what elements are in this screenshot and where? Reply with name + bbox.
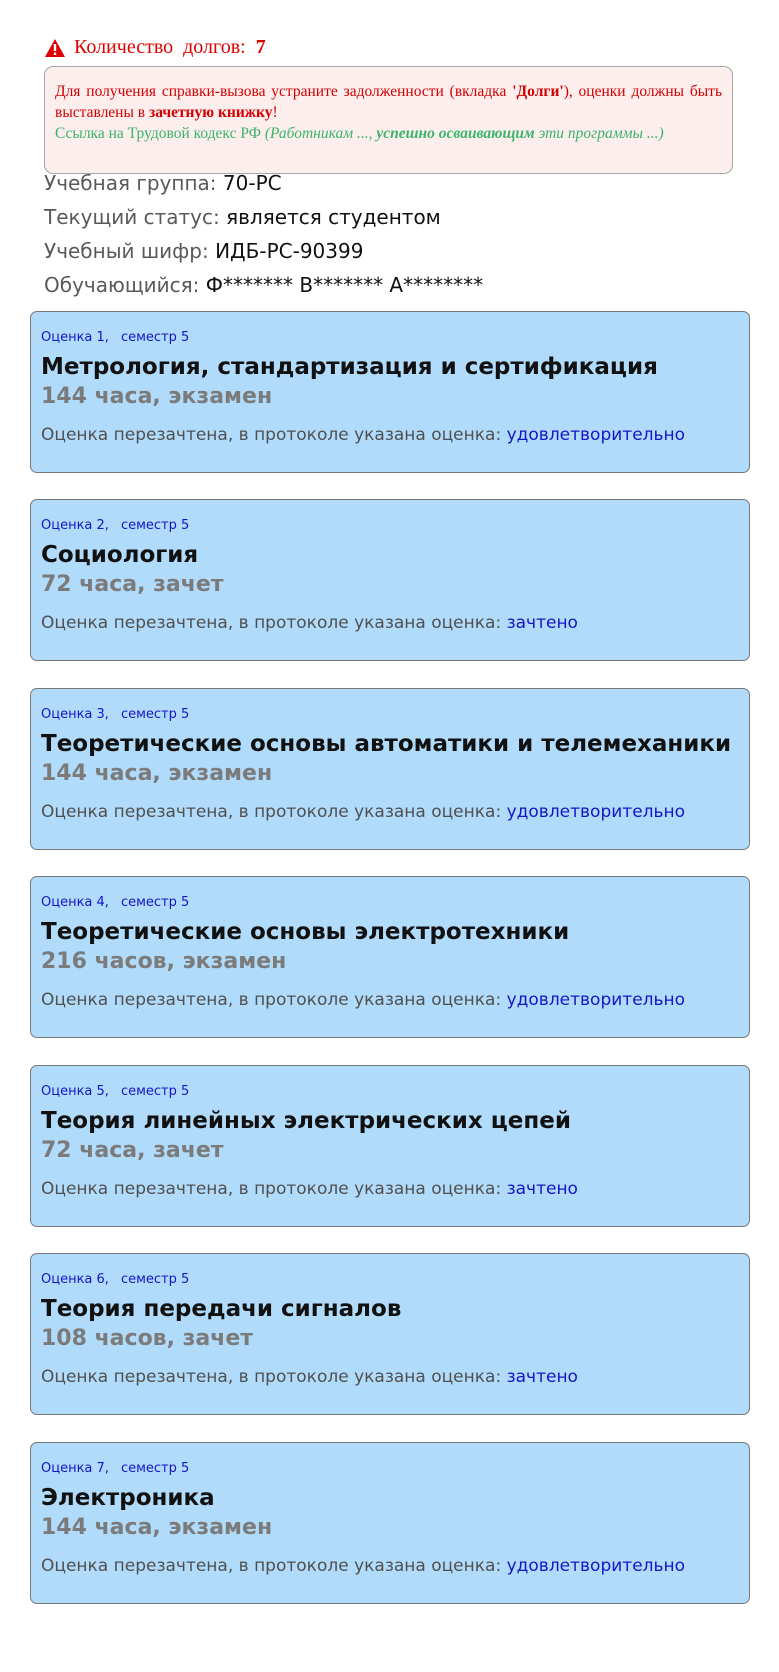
grade-result-label: Оценка перезачтена, в протоколе указана … xyxy=(41,1367,502,1387)
grade-hours: 72 часа, зачет xyxy=(41,572,224,597)
grade-card: Оценка 3, семестр 5 Теоретические основы … xyxy=(30,688,750,850)
student-name-row: Обучающийся: Ф******* В******* А******** xyxy=(44,273,484,297)
grade-number: Оценка 2, xyxy=(41,518,109,533)
grade-number: Оценка 3, xyxy=(41,707,109,722)
grade-number: Оценка 6, xyxy=(41,1272,109,1287)
grade-result-value: удовлетворительно xyxy=(506,1556,686,1576)
grade-card: Оценка 6, семестр 5 Теория передачи сигна… xyxy=(30,1253,750,1415)
study-group-row: Учебная группа: 70-РС xyxy=(44,171,282,195)
grade-card: Оценка 5, семестр 5 Теория линейных элект… xyxy=(30,1065,750,1227)
debt-count-value: 7 xyxy=(255,36,266,58)
grade-hours: 144 часа, экзамен xyxy=(41,384,273,409)
grade-hours: 216 часов, экзамен xyxy=(41,949,287,974)
grade-result-value: удовлетворительно xyxy=(506,802,686,822)
grade-result-value: зачтено xyxy=(506,613,578,633)
student-name-value: Ф******* В******* А******** xyxy=(205,273,484,297)
debt-notice-text: Для получения справки-вызова устраните з… xyxy=(55,83,723,121)
grade-semester: семестр 5 xyxy=(120,707,190,722)
warning-triangle-icon xyxy=(45,38,65,57)
grade-result-label: Оценка перезачтена, в протоколе указана … xyxy=(41,1179,502,1199)
grade-subject: Теория передачи сигналов xyxy=(41,1296,402,1322)
grade-card: Оценка 4, семестр 5 Теоретические основы … xyxy=(30,876,750,1038)
debt-count-label: Количество долгов: xyxy=(74,36,246,58)
grade-hours: 144 часа, экзамен xyxy=(41,761,273,786)
status-row: Текущий статус: является студентом xyxy=(44,205,441,229)
cipher-row: Учебный шифр: ИДБ-РС-90399 xyxy=(44,239,364,263)
grade-semester: семестр 5 xyxy=(120,1272,190,1287)
status-value: является студентом xyxy=(226,205,441,229)
debt-notice-box: Для получения справки-вызова устраните з… xyxy=(44,66,733,174)
grade-subject: Метрология, стандартизация и сертификаци… xyxy=(41,354,658,380)
grade-hours: 144 часа, экзамен xyxy=(41,1515,273,1540)
labor-code-link[interactable]: Ссылка на Трудовой кодекс РФ (Работникам… xyxy=(55,123,722,144)
grade-result-value: удовлетворительно xyxy=(506,425,686,445)
cipher-value: ИДБ-РС-90399 xyxy=(215,239,364,263)
record-book-text: зачетную книжку xyxy=(148,104,273,121)
debts-tab-link[interactable]: 'Долги' xyxy=(512,83,564,100)
grade-result-label: Оценка перезачтена, в протоколе указана … xyxy=(41,990,502,1010)
grade-result-label: Оценка перезачтена, в протоколе указана … xyxy=(41,613,502,633)
grade-subject: Электроника xyxy=(41,1485,215,1511)
grade-semester: семестр 5 xyxy=(120,518,190,533)
grade-result-label: Оценка перезачтена, в протоколе указана … xyxy=(41,425,502,445)
grade-result-value: зачтено xyxy=(506,1179,578,1199)
grade-semester: семестр 5 xyxy=(120,330,190,345)
grade-number: Оценка 7, xyxy=(41,1461,109,1476)
grade-result-value: удовлетворительно xyxy=(506,990,686,1010)
grade-hours: 72 часа, зачет xyxy=(41,1138,224,1163)
grade-card: Оценка 2, семестр 5 Социология 72 часа, з… xyxy=(30,499,750,661)
grade-result-value: зачтено xyxy=(506,1367,578,1387)
grade-subject: Социология xyxy=(41,542,199,568)
grade-number: Оценка 4, xyxy=(41,895,109,910)
debt-count-header: Количество долгов: 7 xyxy=(45,36,266,59)
grade-subject: Теоретические основы электротехники xyxy=(41,919,570,945)
grade-card: Оценка 1, семестр 5 Метрология, стандарти… xyxy=(30,311,750,473)
grade-semester: семестр 5 xyxy=(120,895,190,910)
grade-subject: Теория линейных электрических цепей xyxy=(41,1108,571,1134)
grade-subject: Теоретические основы автоматики и телеме… xyxy=(41,731,732,757)
grade-number: Оценка 5, xyxy=(41,1084,109,1099)
grade-semester: семестр 5 xyxy=(120,1084,190,1099)
study-group-value: 70-РС xyxy=(222,171,282,195)
grade-number: Оценка 1, xyxy=(41,330,109,345)
grade-result-label: Оценка перезачтена, в протоколе указана … xyxy=(41,1556,502,1576)
grade-result-label: Оценка перезачтена, в протоколе указана … xyxy=(41,802,502,822)
grade-card: Оценка 7, семестр 5 Электроника 144 часа,… xyxy=(30,1442,750,1604)
grade-semester: семестр 5 xyxy=(120,1461,190,1476)
grade-hours: 108 часов, зачет xyxy=(41,1326,254,1351)
